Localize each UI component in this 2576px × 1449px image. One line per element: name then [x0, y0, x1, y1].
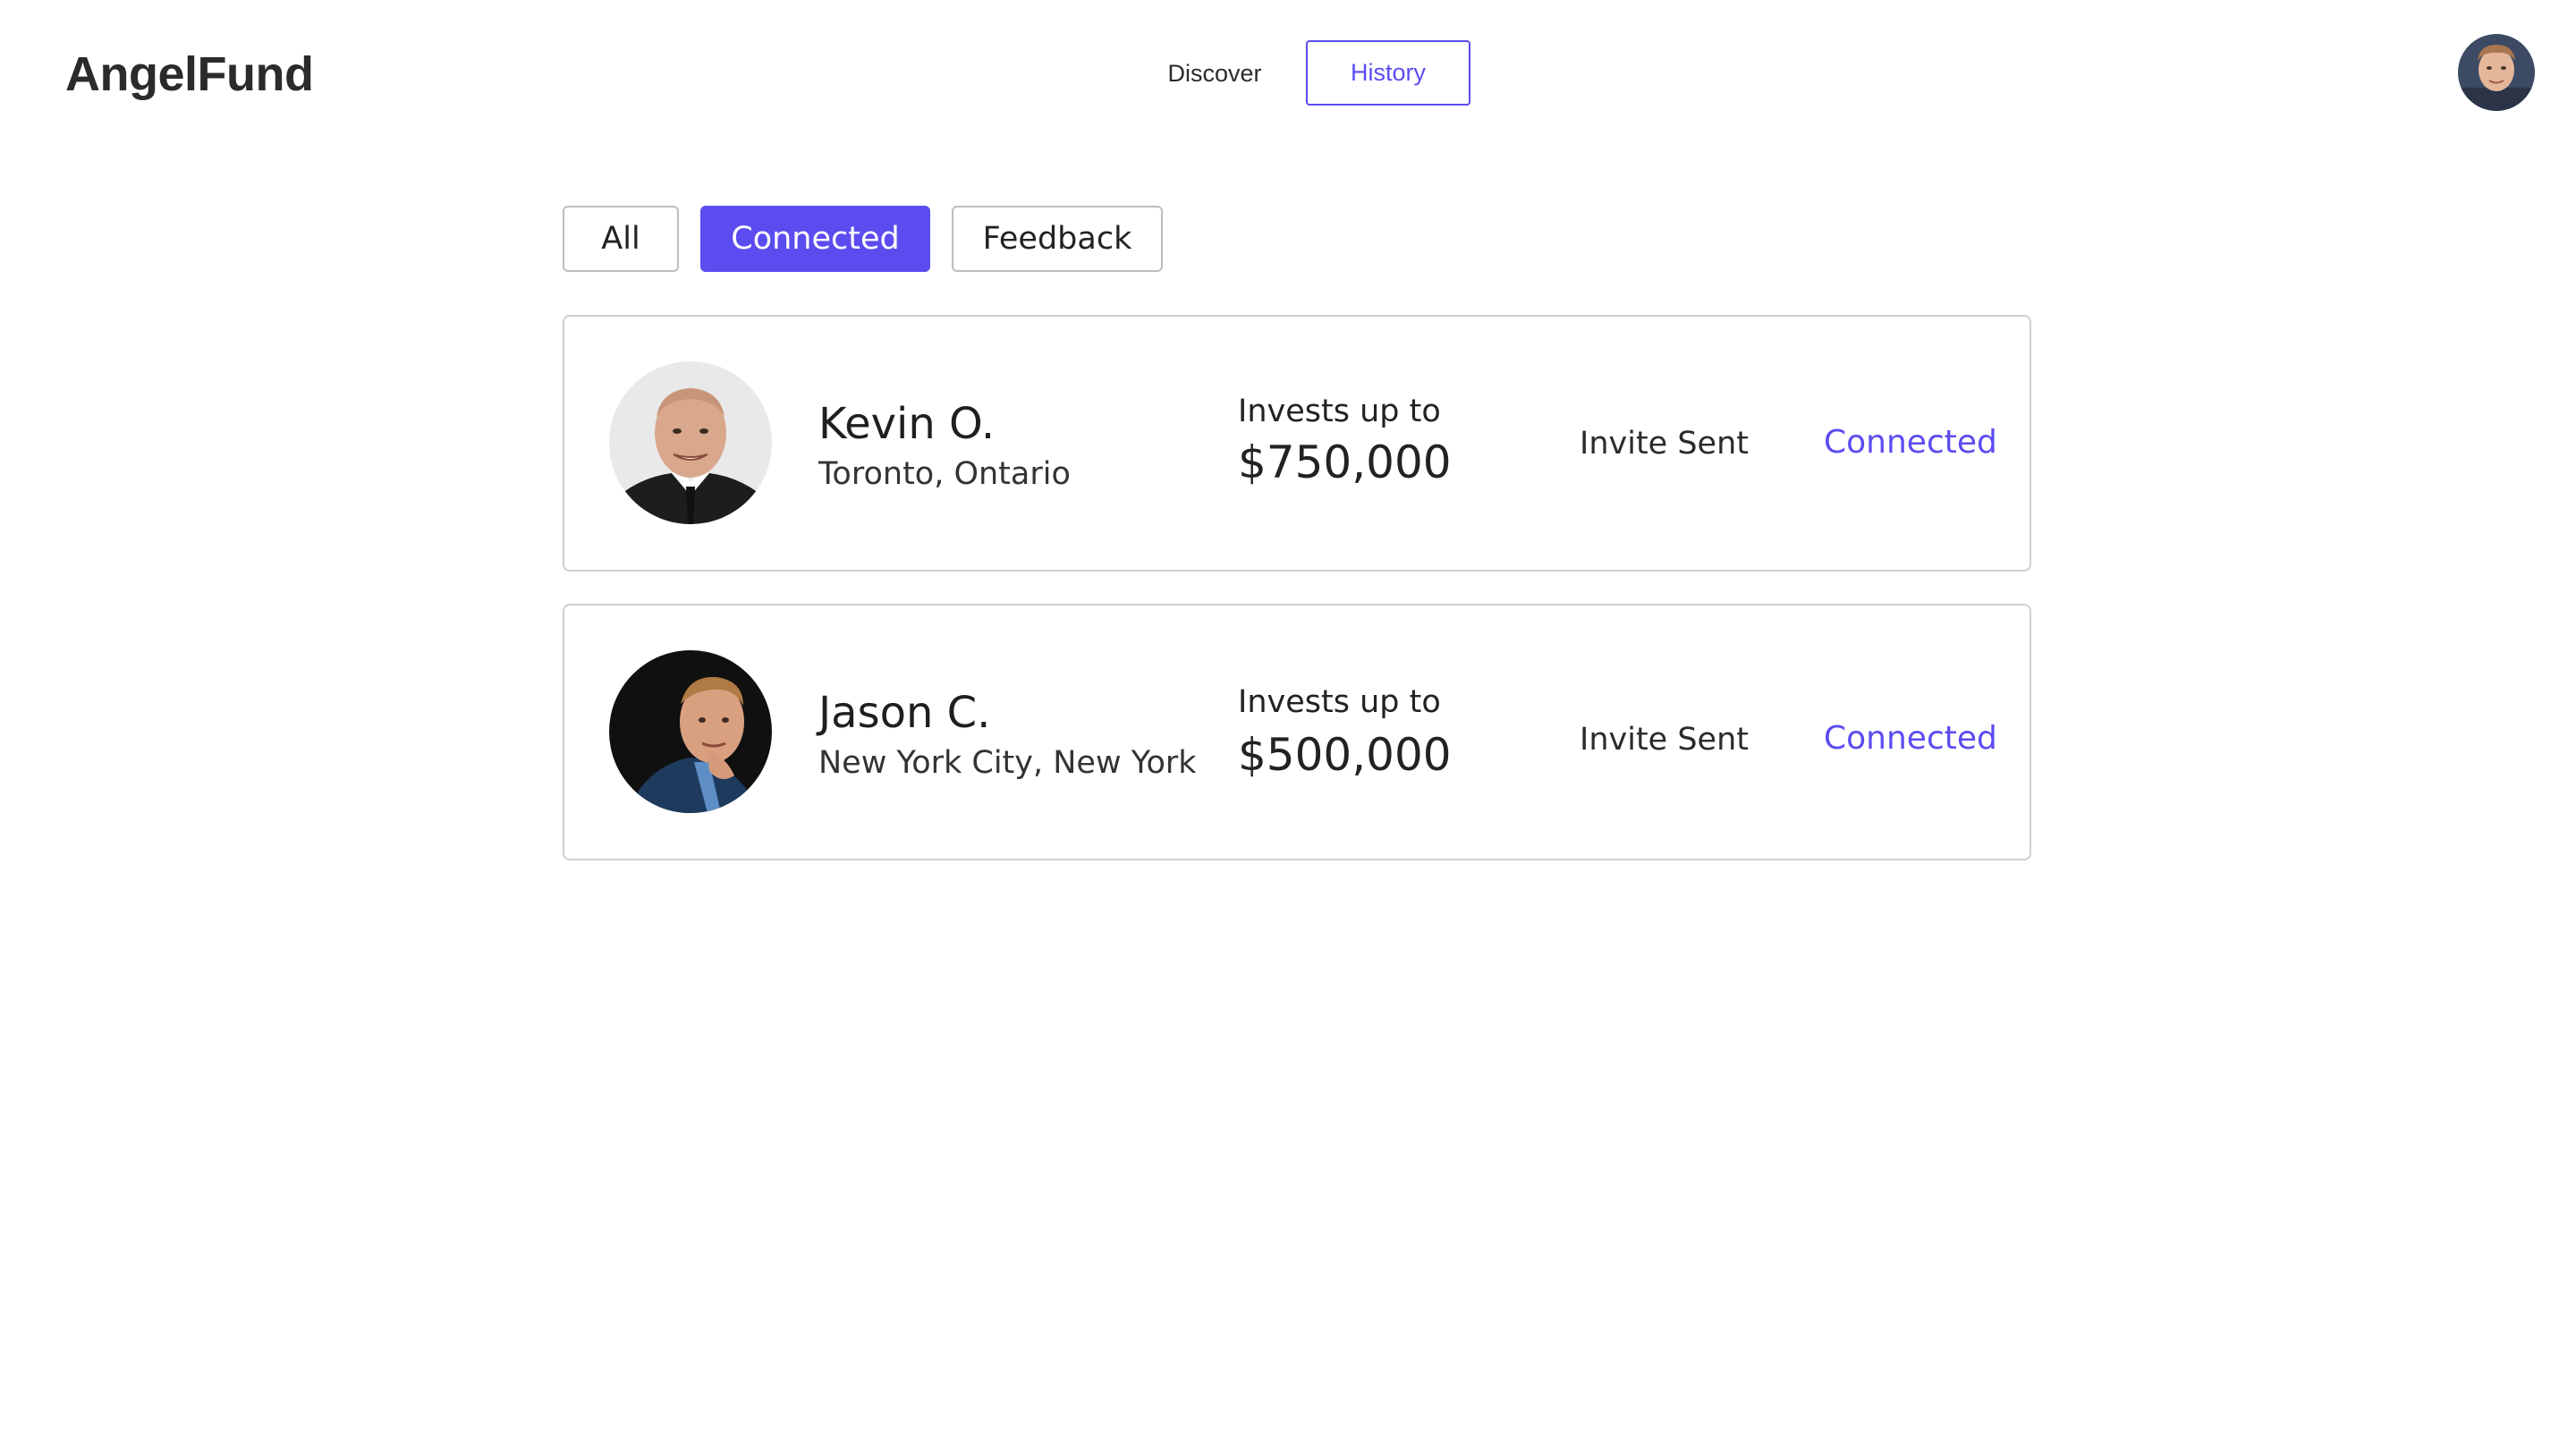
invest-label: Invests up to — [1238, 394, 1441, 429]
user-avatar-icon — [2458, 34, 2535, 111]
filter-feedback[interactable]: Feedback — [952, 206, 1163, 272]
investor-photo — [609, 361, 772, 524]
invite-status: Invite Sent — [1580, 426, 1749, 462]
investor-name: Jason C. — [818, 688, 991, 738]
investor-card[interactable]: Jason C. New York City, New York Invests… — [563, 604, 2031, 860]
invite-status: Invite Sent — [1580, 722, 1749, 758]
connected-link[interactable]: Connected — [1824, 720, 1997, 757]
invest-amount: $750,000 — [1238, 436, 1452, 488]
nav-history[interactable]: History — [1306, 40, 1470, 106]
invest-label: Invests up to — [1238, 684, 1441, 720]
investor-location: Toronto, Ontario — [818, 456, 1071, 492]
investor-name: Kevin O. — [818, 399, 996, 449]
filter-all[interactable]: All — [563, 206, 679, 272]
invest-amount: $500,000 — [1238, 729, 1452, 781]
connected-link[interactable]: Connected — [1824, 424, 1997, 461]
investor-location: New York City, New York — [818, 745, 1197, 781]
investor-photo — [609, 650, 772, 813]
filter-connected[interactable]: Connected — [700, 206, 930, 272]
nav-discover[interactable]: Discover — [1143, 43, 1286, 104]
user-avatar[interactable] — [2458, 34, 2535, 111]
app-logo: AngelFund — [65, 47, 314, 101]
investor-card[interactable]: Kevin O. Toronto, Ontario Invests up to … — [563, 315, 2031, 572]
